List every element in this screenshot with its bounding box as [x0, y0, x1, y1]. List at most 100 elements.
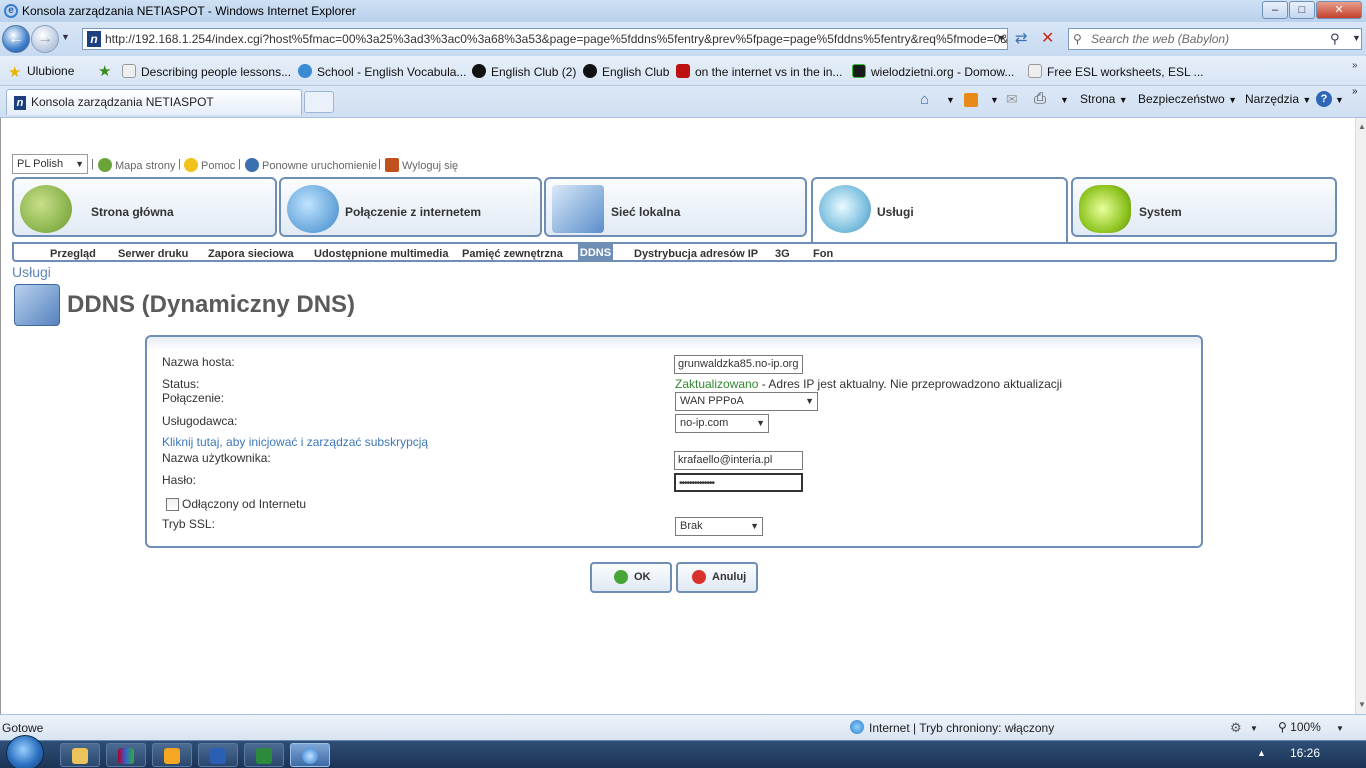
maximize-button[interactable]: □ — [1289, 1, 1315, 19]
username-input[interactable]: krafaello@interia.pl — [674, 451, 803, 470]
address-dropdown-icon[interactable]: ▼ — [997, 33, 1006, 43]
vertical-scrollbar[interactable]: ▲ ▼ — [1355, 118, 1366, 714]
menu-safety[interactable]: Bezpieczeństwo ▼ — [1138, 92, 1237, 106]
scroll-down-icon[interactable]: ▼ — [1358, 700, 1366, 709]
logout-link[interactable]: Wyloguj się — [385, 158, 458, 172]
stop-icon[interactable]: ✕ — [1041, 28, 1054, 48]
favorite-link-7[interactable]: Free ESL worksheets, ESL ... — [1028, 64, 1204, 79]
internet-zone-icon — [850, 720, 864, 734]
history-dropdown-icon[interactable]: ▼ — [61, 32, 70, 42]
back-button[interactable]: ← — [2, 25, 30, 53]
minimize-button[interactable]: – — [1262, 1, 1288, 19]
search-icon[interactable]: ⚲ — [1330, 31, 1340, 47]
provider-select[interactable]: no-ip.com ▼ — [675, 414, 769, 433]
subnav-firewall[interactable]: Zapora sieciowa — [208, 248, 294, 260]
help-dropdown-icon[interactable]: ▼ — [1335, 95, 1344, 105]
taskbar-media[interactable] — [152, 743, 192, 767]
host-input[interactable]: grunwaldzka85.no-ip.org — [674, 355, 803, 374]
subnav-ddns[interactable]: DDNS — [578, 244, 613, 262]
ok-button[interactable]: OK — [590, 562, 672, 593]
folder-icon — [72, 748, 88, 764]
router-device-icon — [1079, 185, 1131, 233]
address-bar[interactable]: n http://192.168.1.254/index.cgi?host%5f… — [82, 28, 1008, 50]
globe-icon — [287, 185, 339, 233]
favorite-link-4[interactable]: English Club — [583, 64, 669, 79]
taskbar-explorer[interactable] — [60, 743, 100, 767]
menu-tools[interactable]: Narzędzia ▼ — [1245, 92, 1311, 106]
chevron-right-icon[interactable]: » — [1352, 86, 1358, 97]
rss-dropdown-icon[interactable]: ▼ — [990, 95, 999, 105]
start-button[interactable] — [6, 735, 44, 768]
mail-icon[interactable]: ✉ — [1006, 91, 1018, 108]
help-link[interactable]: Pomoc — [184, 158, 235, 172]
print-icon[interactable]: ⎙ — [1034, 90, 1046, 107]
favorite-link-1[interactable]: Describing people lessons... — [122, 64, 291, 79]
close-window-button[interactable]: ✕ — [1316, 1, 1362, 19]
scroll-up-icon[interactable]: ▲ — [1358, 122, 1366, 131]
nav-tile-home[interactable]: Strona główna — [12, 177, 277, 237]
subnav-overview[interactable]: Przegląd — [50, 248, 96, 260]
tab-active[interactable]: n Konsola zarządzania NETIASPOT — [6, 89, 302, 115]
subnav-print-server[interactable]: Serwer druku — [118, 248, 188, 260]
subnav-fon[interactable]: Fon — [813, 248, 833, 260]
tray-expand-icon[interactable]: ▲ — [1257, 748, 1266, 758]
subnav-ip-distribution[interactable]: Dystrybucja adresów IP — [634, 248, 758, 260]
print-dropdown-icon[interactable]: ▼ — [1060, 95, 1069, 105]
rss-icon[interactable] — [964, 93, 978, 107]
nav-tile-lan[interactable]: Sieć lokalna — [544, 177, 807, 237]
forward-button[interactable]: → — [31, 25, 59, 53]
add-favorite-icon[interactable]: ★ — [98, 62, 111, 80]
zoom-control[interactable]: ⚲ 100% — [1278, 720, 1321, 734]
restart-link[interactable]: Ponowne uruchomienie — [245, 158, 377, 172]
subnav-media-sharing[interactable]: Udostępnione multimedia — [314, 248, 448, 260]
breadcrumb: Usługi — [12, 264, 51, 280]
refresh-icon[interactable]: ⇄ — [1015, 29, 1028, 47]
chevron-right-icon[interactable]: » — [1352, 60, 1358, 71]
menu-page[interactable]: Strona ▼ — [1080, 92, 1128, 106]
status-label: Status: — [162, 377, 200, 391]
taskbar-winrar[interactable] — [106, 743, 146, 767]
password-label: Hasło: — [162, 473, 197, 487]
search-options-icon[interactable]: ▼ — [1352, 33, 1361, 43]
englishclub-icon — [472, 64, 486, 78]
taskbar-ie[interactable] — [290, 743, 330, 767]
browser-navbar: ← → ▼ n http://192.168.1.254/index.cgi?h… — [0, 22, 1366, 56]
nav-tile-internet[interactable]: Połączenie z internetem — [279, 177, 542, 237]
search-input[interactable]: Search the web (Babylon) — [1068, 28, 1362, 50]
separator: | — [178, 158, 181, 170]
help-icon[interactable]: ? — [1316, 91, 1332, 107]
ssl-select[interactable]: Brak ▼ — [675, 517, 763, 536]
home-dropdown-icon[interactable]: ▼ — [946, 95, 955, 105]
favorites-button[interactable]: ★ Ulubione — [8, 64, 74, 80]
offline-checkbox[interactable] — [166, 498, 179, 511]
host-label: Nazwa hosta: — [162, 355, 235, 369]
chevron-down-icon[interactable]: ▼ — [1250, 724, 1258, 733]
settings-icon[interactable]: ⚙ — [1230, 720, 1242, 736]
taskbar-word[interactable] — [198, 743, 238, 767]
favorite-link-2[interactable]: School - English Vocabula... — [298, 64, 466, 79]
favorite-link-3[interactable]: English Club (2) — [472, 64, 576, 79]
favorite-link-6[interactable]: wielodzietni.org - Domow... — [852, 64, 1014, 79]
password-input[interactable]: •••••••••••••• — [674, 473, 803, 492]
new-tab-button[interactable] — [304, 91, 334, 113]
status-message: - Adres IP jest aktualny. Nie przeprowad… — [758, 377, 1063, 391]
globe-icon — [298, 64, 312, 78]
home-icon[interactable]: ⌂ — [920, 91, 929, 108]
sitemap-link[interactable]: Mapa strony — [98, 158, 176, 172]
word-icon — [210, 748, 226, 764]
language-select[interactable]: PL Polish ▼ — [12, 154, 88, 174]
subnav-external-storage[interactable]: Pamięć zewnętrzna — [462, 248, 563, 260]
nav-tile-system[interactable]: System — [1071, 177, 1337, 237]
window-title: Konsola zarządzania NETIASPOT - Windows … — [22, 4, 356, 18]
taskbar-excel[interactable] — [244, 743, 284, 767]
zoom-dropdown-icon[interactable]: ▼ — [1336, 724, 1344, 733]
cancel-button[interactable]: Anuluj — [676, 562, 758, 593]
taskbar: ▲ 16:26 — [0, 735, 1366, 768]
subscription-link[interactable]: Kliknij tutaj, aby inicjować i zarządzać… — [162, 435, 428, 449]
connection-select[interactable]: WAN PPPoA ▼ — [675, 392, 818, 411]
nav-tile-services[interactable]: Usługi — [811, 177, 1068, 243]
page-icon — [122, 64, 136, 78]
subnav-3g[interactable]: 3G — [775, 248, 790, 260]
favorite-link-5[interactable]: on the internet vs in the in... — [676, 64, 842, 79]
offline-label: Odłączony od Internetu — [182, 497, 307, 511]
